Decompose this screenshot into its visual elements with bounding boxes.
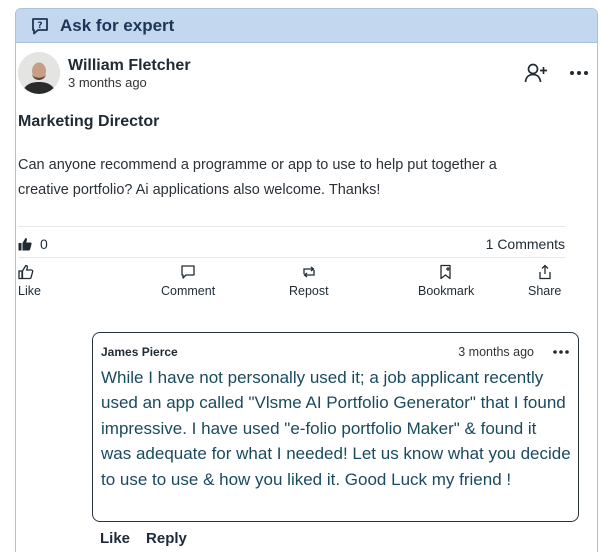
- comment-icon: [180, 264, 196, 280]
- comments-count-link[interactable]: 1 Comments: [486, 236, 565, 252]
- bookmark-label: Bookmark: [418, 284, 475, 298]
- repost-label: Repost: [289, 284, 329, 298]
- like-button[interactable]: Like: [18, 264, 41, 298]
- follow-user-icon[interactable]: [523, 60, 549, 86]
- post-timestamp: 3 months ago: [68, 74, 147, 90]
- comment-more-icon[interactable]: [552, 349, 570, 355]
- card-title: Ask for expert: [60, 15, 175, 35]
- post-body: Can anyone recommend a programme or app …: [18, 157, 497, 198]
- comment-like-button[interactable]: Like: [100, 530, 130, 547]
- author-avatar[interactable]: [18, 52, 60, 94]
- comment-author[interactable]: James Pierce: [101, 345, 178, 359]
- divider: [18, 257, 565, 258]
- like-icon: [18, 264, 34, 280]
- comment-actions: Like Reply: [100, 530, 203, 547]
- post-action-bar: Like Comment Repost Bookmark Share: [18, 264, 565, 300]
- bookmark-icon: [438, 264, 454, 280]
- likes-count[interactable]: 0: [18, 236, 48, 252]
- author-name[interactable]: William Fletcher: [68, 57, 191, 75]
- post-title: Marketing Director: [18, 113, 160, 130]
- bookmark-button[interactable]: Bookmark: [418, 264, 474, 298]
- comment-reply-button[interactable]: Reply: [146, 530, 187, 547]
- comment-label: Comment: [161, 284, 216, 298]
- post-stats: 0 1 Comments: [18, 233, 565, 255]
- thumbs-up-icon: [18, 237, 32, 251]
- divider: [18, 226, 565, 227]
- repost-button[interactable]: Repost: [289, 264, 329, 298]
- more-options-icon[interactable]: [569, 63, 589, 83]
- post-author: William Fletcher 3 months ago: [18, 52, 191, 94]
- question-chat-icon: ?: [30, 16, 50, 36]
- comment-timestamp: 3 months ago: [458, 345, 534, 359]
- share-label: Share: [528, 284, 562, 298]
- comment-card: James Pierce 3 months ago While I have n…: [92, 332, 579, 522]
- like-label: Like: [18, 284, 41, 298]
- likes-number: 0: [40, 236, 48, 252]
- share-button[interactable]: Share: [528, 264, 561, 298]
- comment-body: While I have not personally used it; a j…: [101, 368, 571, 489]
- svg-text:?: ?: [37, 21, 42, 31]
- card-header: ? Ask for expert: [16, 9, 597, 43]
- repost-icon: [301, 264, 317, 280]
- share-icon: [537, 264, 553, 280]
- post-top-actions: [523, 60, 589, 86]
- comment-button[interactable]: Comment: [161, 264, 215, 298]
